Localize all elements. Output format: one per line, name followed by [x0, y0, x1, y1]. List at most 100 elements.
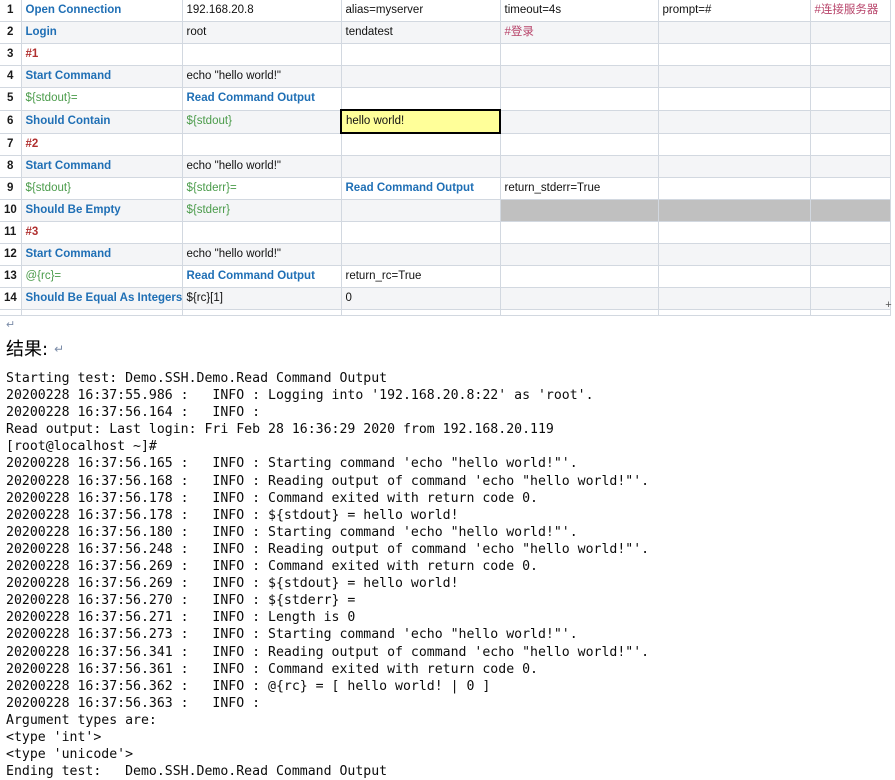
cell-r14-c4[interactable] [500, 287, 659, 310]
cell-r12-c2[interactable]: echo "hello world!" [182, 243, 342, 266]
cell-empty[interactable] [658, 309, 811, 316]
cell-r12-c6[interactable] [810, 243, 891, 266]
cell-r9-c1[interactable]: ${stdout} [21, 177, 183, 200]
cell-r8-c4[interactable] [500, 155, 659, 178]
table-row[interactable]: 11 #3 [0, 221, 891, 244]
cell-r4-c2[interactable]: echo "hello world!" [182, 65, 342, 88]
cell-r1-c4[interactable]: timeout=4s [500, 0, 659, 22]
cell-r3-c6[interactable] [810, 43, 891, 66]
row-number[interactable]: 7 [0, 133, 22, 156]
cell-r1-c2[interactable]: 192.168.20.8 [182, 0, 342, 22]
robot-framework-grid[interactable]: 1 Open Connection 192.168.20.8 alias=myserv… [0, 0, 895, 316]
cell-r13-c1[interactable]: @{rc}= [21, 265, 183, 288]
cell-r9-c5[interactable] [658, 177, 811, 200]
cell-r8-c6[interactable] [810, 155, 891, 178]
table-row[interactable]: 2 Login root tendatest #登录 [0, 21, 891, 44]
cell-empty[interactable] [341, 309, 501, 316]
cell-r12-c3[interactable] [341, 243, 501, 266]
cell-r6-c2[interactable]: ${stdout} [182, 110, 342, 134]
cell-r5-c4[interactable] [500, 87, 659, 111]
cell-empty[interactable] [500, 309, 659, 316]
cell-r10-c2[interactable]: ${stderr} [182, 199, 342, 222]
cell-r4-c1[interactable]: Start Command [21, 65, 183, 88]
cell-r5-c6[interactable] [810, 87, 891, 111]
cell-r2-c3[interactable]: tendatest [341, 21, 501, 44]
cell-r5-c5[interactable] [658, 87, 811, 111]
row-number[interactable]: 14 [0, 287, 22, 310]
table-row[interactable]: 12 Start Command echo "hello world!" [0, 243, 891, 266]
row-number[interactable]: 9 [0, 177, 22, 200]
cell-r3-c5[interactable] [658, 43, 811, 66]
cell-r8-c2[interactable]: echo "hello world!" [182, 155, 342, 178]
cell-r13-c2[interactable]: Read Command Output [182, 265, 342, 288]
cell-r10-c3[interactable] [341, 199, 501, 222]
cell-empty[interactable] [21, 309, 183, 316]
cell-r4-c5[interactable] [658, 65, 811, 88]
table-row-empty[interactable] [0, 309, 891, 316]
cell-r2-c4[interactable]: #登录 [500, 21, 659, 44]
test-case-table[interactable]: 1 Open Connection 192.168.20.8 alias=myserv… [0, 0, 891, 316]
cell-r4-c4[interactable] [500, 65, 659, 88]
cell-r12-c4[interactable] [500, 243, 659, 266]
grid-resize-handle[interactable]: + [884, 300, 893, 311]
cell-r14-c3[interactable]: 0 [341, 287, 501, 310]
row-number[interactable]: 4 [0, 65, 22, 88]
cell-r1-c5[interactable]: prompt=# [658, 0, 811, 22]
table-row[interactable]: 5 ${stdout}= Read Command Output [0, 87, 891, 111]
cell-r13-c5[interactable] [658, 265, 811, 288]
cell-empty[interactable] [182, 309, 342, 316]
cell-r14-c5[interactable] [658, 287, 811, 310]
cell-r5-c3[interactable] [341, 87, 501, 111]
cell-r11-c1[interactable]: #3 [21, 221, 183, 244]
cell-r10-c5[interactable] [658, 199, 811, 222]
cell-r11-c3[interactable] [341, 221, 501, 244]
table-row[interactable]: 4 Start Command echo "hello world!" [0, 65, 891, 88]
cell-r13-c4[interactable] [500, 265, 659, 288]
cell-r7-c5[interactable] [658, 133, 811, 156]
cell-r6-c1[interactable]: Should Contain [21, 110, 183, 134]
cell-r11-c2[interactable] [182, 221, 342, 244]
row-number[interactable]: 5 [0, 87, 22, 111]
cell-r6-c4[interactable] [500, 110, 659, 134]
cell-r6-c6[interactable] [810, 110, 891, 134]
cell-r4-c6[interactable] [810, 65, 891, 88]
cell-r10-c4[interactable] [500, 199, 659, 222]
cell-r7-c1[interactable]: #2 [21, 133, 183, 156]
row-number[interactable]: 2 [0, 21, 22, 44]
cell-r6-c5[interactable] [658, 110, 811, 134]
cell-r9-c6[interactable] [810, 177, 891, 200]
table-row[interactable]: 1 Open Connection 192.168.20.8 alias=myserv… [0, 0, 891, 22]
table-row[interactable]: 10 Should Be Empty ${stderr} [0, 199, 891, 222]
cell-r4-c3[interactable] [341, 65, 501, 88]
cell-r11-c4[interactable] [500, 221, 659, 244]
cell-r2-c6[interactable] [810, 21, 891, 44]
cell-r10-c1[interactable]: Should Be Empty [21, 199, 183, 222]
cell-r9-c4[interactable]: return_stderr=True [500, 177, 659, 200]
cell-r7-c2[interactable] [182, 133, 342, 156]
row-number[interactable]: 13 [0, 265, 22, 288]
table-row[interactable]: 7 #2 [0, 133, 891, 156]
row-number[interactable]: 10 [0, 199, 22, 222]
cell-r1-c6[interactable]: #连接服务器 [810, 0, 891, 22]
table-row[interactable]: 8 Start Command echo "hello world!" [0, 155, 891, 178]
cell-r13-c3[interactable]: return_rc=True [341, 265, 501, 288]
cell-r1-c1[interactable]: Open Connection [21, 0, 183, 22]
row-number[interactable]: 3 [0, 43, 22, 66]
cell-r13-c6[interactable] [810, 265, 891, 288]
cell-r14-c1[interactable]: Should Be Equal As Integers [21, 287, 183, 310]
cell-r2-c2[interactable]: root [182, 21, 342, 44]
cell-r5-c1[interactable]: ${stdout}= [21, 87, 183, 111]
table-row[interactable]: 6 Should Contain ${stdout} hello world! [0, 109, 891, 134]
cell-r8-c3[interactable] [341, 155, 501, 178]
cell-r2-c5[interactable] [658, 21, 811, 44]
cell-r7-c3[interactable] [341, 133, 501, 156]
cell-r6-c3[interactable]: hello world! [340, 109, 501, 134]
row-number[interactable]: 1 [0, 0, 22, 22]
row-number[interactable]: 11 [0, 221, 22, 244]
table-row[interactable]: 14 Should Be Equal As Integers ${rc}[1] 0 [0, 287, 891, 310]
cell-r12-c1[interactable]: Start Command [21, 243, 183, 266]
cell-r7-c4[interactable] [500, 133, 659, 156]
cell-r3-c3[interactable] [341, 43, 501, 66]
table-row[interactable]: 3 #1 [0, 43, 891, 66]
cell-r7-c6[interactable] [810, 133, 891, 156]
